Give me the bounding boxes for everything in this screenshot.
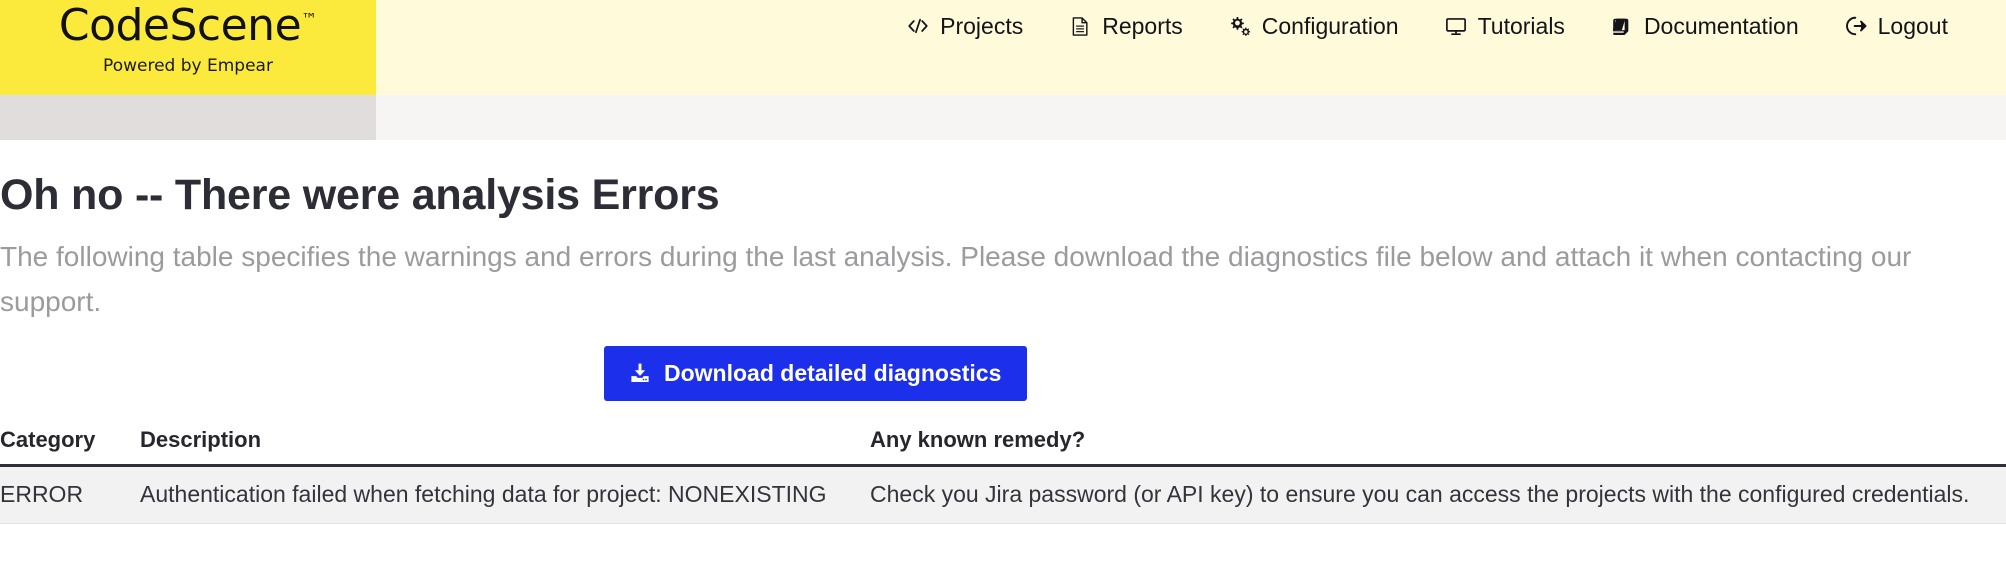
brand-name-text: CodeScene: [58, 0, 302, 51]
nav-item-logout[interactable]: Logout: [1821, 12, 1970, 40]
nav-item-label: Projects: [940, 13, 1024, 39]
nav-item-documentation[interactable]: Documentation: [1587, 12, 1821, 40]
cell-description: Authentication failed when fetching data…: [130, 465, 870, 524]
gears-icon: [1227, 14, 1253, 38]
brand-logo[interactable]: CodeScene™ Powered by Empear: [0, 0, 376, 95]
site-header: CodeScene™ Powered by Empear Projects Re…: [0, 0, 2006, 140]
nav-items: Projects Reports Configuration Tutorials…: [376, 0, 2006, 95]
analysis-errors-table: Category Description Any known remedy? E…: [0, 421, 2006, 524]
sign-out-icon: [1843, 14, 1869, 38]
document-icon: [1067, 14, 1093, 38]
cell-remedy: Check you Jira password (or API key) to …: [870, 465, 2006, 524]
download-button-label: Download detailed diagnostics: [664, 360, 1002, 386]
nav-item-label: Documentation: [1643, 13, 1799, 39]
table-header-remedy: Any known remedy?: [870, 421, 2006, 467]
page-description: The following table specifies the warnin…: [0, 241, 1912, 317]
download-button-row: Download detailed diagnostics: [0, 324, 2006, 401]
nav-item-label: Logout: [1877, 13, 1948, 39]
nav-item-label: Reports: [1102, 13, 1183, 39]
nav-item-label: Configuration: [1261, 13, 1399, 39]
trademark-symbol: ™: [301, 9, 318, 29]
sub-header-right: [376, 95, 2006, 140]
download-diagnostics-button[interactable]: Download detailed diagnostics: [604, 346, 1028, 401]
cell-category: ERROR: [0, 465, 130, 524]
table-header-description: Description: [130, 421, 870, 467]
download-icon: [628, 361, 652, 385]
brand-name: CodeScene™: [59, 1, 317, 51]
book-icon: [1609, 14, 1635, 38]
nav-item-label: Tutorials: [1477, 13, 1565, 39]
nav-item-tutorials[interactable]: Tutorials: [1421, 12, 1587, 40]
table-body: ERROR Authentication failed when fetchin…: [0, 465, 2006, 524]
navigation-bar: CodeScene™ Powered by Empear Projects Re…: [0, 0, 2006, 95]
code-brackets-icon: [905, 14, 931, 38]
monitor-icon: [1443, 14, 1469, 38]
brand-tagline: Powered by Empear: [103, 56, 273, 76]
nav-item-reports[interactable]: Reports: [1045, 12, 1205, 40]
table-header-category: Category: [0, 421, 130, 467]
page-title: Oh no -- There were analysis Errors: [0, 171, 720, 219]
nav-item-configuration[interactable]: Configuration: [1205, 12, 1421, 40]
sub-header-left: [0, 95, 376, 140]
table-head: Category Description Any known remedy?: [0, 421, 2006, 467]
nav-item-projects[interactable]: Projects: [883, 12, 1045, 40]
sub-header-strip: [0, 95, 2006, 140]
main-content: Oh no -- There were analysis Errors The …: [0, 140, 2006, 524]
table-row: ERROR Authentication failed when fetchin…: [0, 465, 2006, 524]
table-header-row: Category Description Any known remedy?: [0, 421, 2006, 467]
